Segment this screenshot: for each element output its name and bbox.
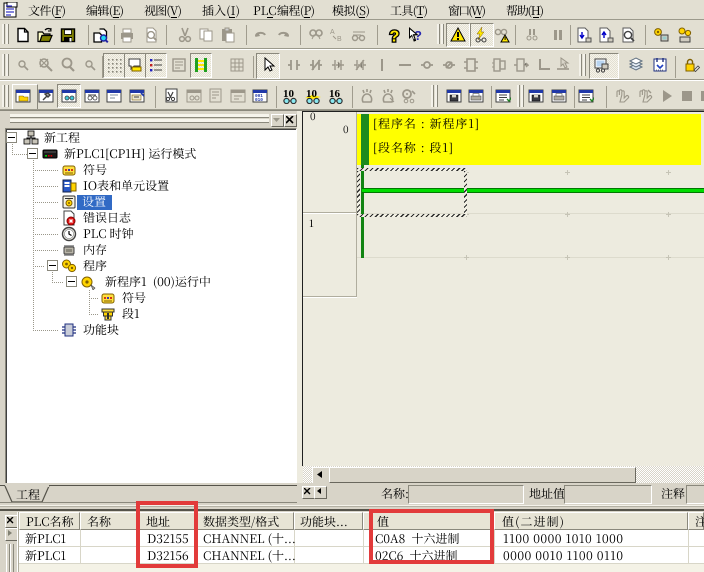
svg-text:?: ? xyxy=(390,29,400,44)
svg-text:010: 010 xyxy=(255,98,263,103)
svg-text:B: B xyxy=(337,36,342,43)
svg-text:A: A xyxy=(330,29,335,36)
